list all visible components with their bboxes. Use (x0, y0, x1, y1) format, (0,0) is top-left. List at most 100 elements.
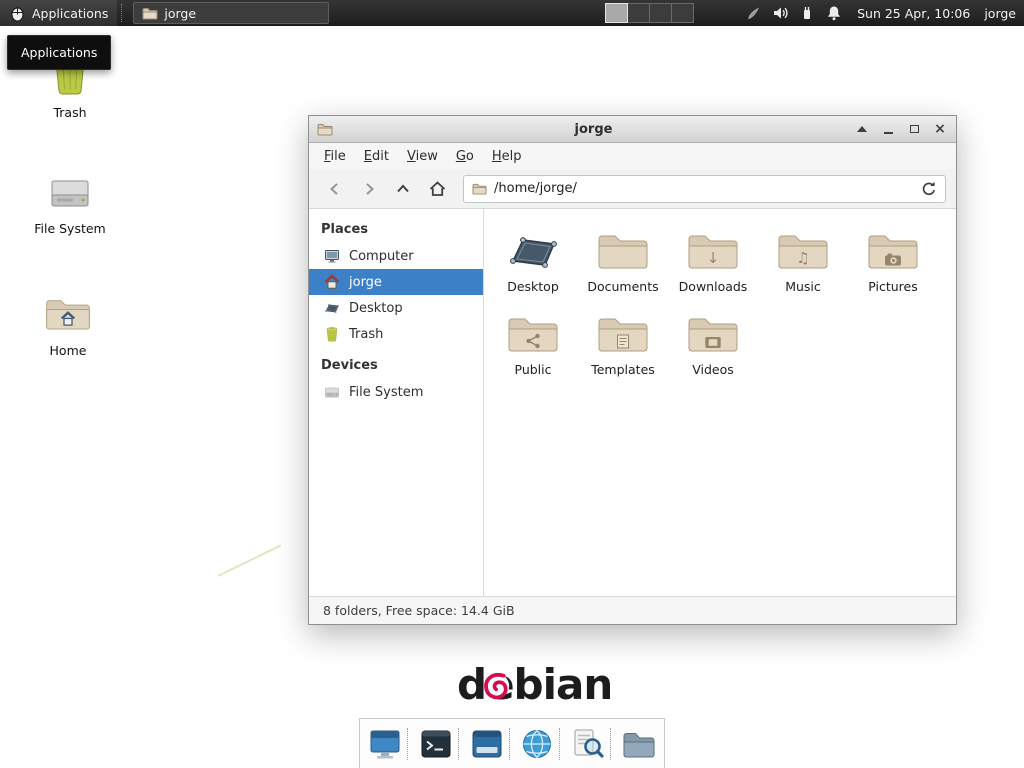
file-item-label: Downloads (668, 279, 758, 294)
file-item-public[interactable]: Public (488, 304, 578, 377)
drive-icon (48, 172, 92, 212)
forward-button[interactable] (353, 174, 385, 204)
terminal-icon (419, 727, 453, 761)
tooltip-text: Applications (21, 45, 97, 60)
panel-username[interactable]: jorge (984, 6, 1016, 21)
web-browser-launcher[interactable] (516, 723, 558, 765)
home-folder-icon (44, 294, 92, 334)
location-bar[interactable] (463, 175, 946, 203)
file-item-label: Desktop (488, 279, 578, 294)
bottom-dock (359, 718, 665, 768)
terminal-launcher[interactable] (415, 723, 457, 765)
menu-file[interactable]: File (315, 145, 355, 168)
shade-icon (857, 126, 867, 132)
volume-icon[interactable] (771, 4, 789, 22)
window-list-launcher[interactable] (466, 723, 508, 765)
file-item-videos[interactable]: Videos (668, 304, 758, 377)
file-item-documents[interactable]: Documents (578, 221, 668, 294)
reload-button[interactable] (921, 181, 937, 197)
camera-icon (884, 252, 902, 266)
file-item-label: Videos (668, 362, 758, 377)
desktop-icon-home[interactable]: Home (22, 294, 114, 358)
file-item-desktop[interactable]: Desktop (488, 221, 578, 294)
sidebar-item-jorge[interactable]: jorge (309, 269, 483, 295)
desktop-icon-file-system[interactable]: File System (24, 172, 116, 236)
dock-separator (458, 728, 465, 760)
applications-menu-button[interactable]: Applications (0, 0, 117, 26)
location-folder-icon (472, 182, 487, 195)
applications-menu-label: Applications (32, 6, 108, 21)
window-titlebar[interactable]: jorge × (309, 116, 956, 143)
window-controls: × (854, 121, 948, 137)
file-item-templates[interactable]: Templates (578, 304, 668, 377)
app-finder-launcher[interactable] (567, 723, 609, 765)
drive-icon (324, 384, 340, 400)
menubar: File Edit View Go Help (309, 143, 956, 169)
template-paper-icon (617, 334, 630, 349)
devices-header: Devices (309, 353, 483, 379)
file-item-downloads[interactable]: ↓ Downloads (668, 221, 758, 294)
folder-icon (142, 5, 158, 21)
home-icon (324, 274, 340, 290)
close-button[interactable]: × (932, 121, 948, 137)
desktop-icon (324, 300, 340, 316)
desktop-folder-icon (506, 229, 560, 273)
top-panel: Applications jorge (0, 0, 1024, 26)
sidebar-item-file-system[interactable]: File System (309, 379, 483, 405)
window-icon (470, 727, 504, 761)
videos-folder-icon (686, 312, 740, 356)
toolbar (309, 169, 956, 209)
sidebar-item-trash[interactable]: Trash (309, 321, 483, 347)
minimize-button[interactable] (880, 121, 896, 137)
line-artifact (218, 544, 282, 576)
file-item-music[interactable]: ♫ Music (758, 221, 848, 294)
maximize-button[interactable] (906, 121, 922, 137)
file-item-label: Public (488, 362, 578, 377)
power-icon[interactable] (798, 4, 816, 22)
statusbar: 8 folders, Free space: 14.4 GiB (309, 596, 956, 624)
desktop-icon-label: Trash (24, 105, 116, 120)
show-desktop-launcher[interactable] (364, 723, 406, 765)
location-input[interactable] (494, 181, 914, 196)
back-button[interactable] (319, 174, 351, 204)
workspace-3[interactable] (649, 3, 672, 23)
window-body: Places Computer jorge (309, 209, 956, 596)
up-button[interactable] (387, 174, 419, 204)
dock-separator (407, 728, 414, 760)
debian-wordmark: debian (457, 660, 612, 709)
menu-help[interactable]: Help (483, 145, 531, 168)
panel-separator (121, 4, 128, 22)
sidebar-item-computer[interactable]: Computer (309, 243, 483, 269)
panel-clock[interactable]: Sun 25 Apr, 10:06 (857, 6, 970, 21)
menu-edit[interactable]: Edit (355, 145, 398, 168)
clipboard-manager-icon[interactable] (744, 4, 762, 22)
statusbar-text: 8 folders, Free space: 14.4 GiB (323, 603, 515, 618)
close-icon: × (934, 122, 946, 136)
workspace-4[interactable] (671, 3, 694, 23)
notification-bell-icon[interactable] (825, 4, 843, 22)
sidebar-item-label: jorge (349, 275, 382, 290)
computer-icon (324, 248, 340, 264)
workspace-1[interactable] (605, 3, 628, 23)
desktop-root: Applications jorge (0, 0, 1024, 768)
pictures-folder-icon (866, 229, 920, 273)
window-icon (317, 122, 333, 136)
monitor-icon (368, 727, 402, 761)
file-manager-launcher[interactable] (618, 723, 660, 765)
home-button[interactable] (421, 174, 453, 204)
menu-view[interactable]: View (398, 145, 447, 168)
workspace-2[interactable] (627, 3, 650, 23)
menu-go[interactable]: Go (447, 145, 483, 168)
window-title: jorge (333, 122, 854, 137)
applications-tooltip: Applications (7, 35, 111, 70)
sidebar-item-desktop[interactable]: Desktop (309, 295, 483, 321)
dock-separator (610, 728, 617, 760)
desktop-icon-label: Home (22, 343, 114, 358)
globe-icon (520, 727, 554, 761)
debian-swirl-icon (482, 671, 512, 701)
minimize-icon (884, 132, 893, 134)
system-tray (744, 4, 843, 22)
file-item-pictures[interactable]: Pictures (848, 221, 938, 294)
taskbar-window-button[interactable]: jorge (133, 2, 329, 24)
shade-button[interactable] (854, 121, 870, 137)
